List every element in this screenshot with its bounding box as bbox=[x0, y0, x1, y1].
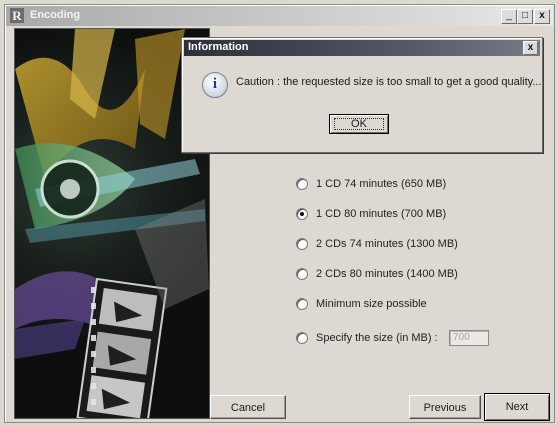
app-logo: R bbox=[10, 8, 24, 23]
window-close-button[interactable]: x bbox=[534, 9, 550, 24]
radio-1cd-80[interactable] bbox=[296, 208, 308, 220]
radio-2cd-80[interactable] bbox=[296, 268, 308, 280]
radio-minimum-size[interactable] bbox=[296, 298, 308, 310]
maximize-button[interactable]: □ bbox=[517, 9, 533, 24]
option-2cd-74[interactable]: 2 CDs 74 minutes (1300 MB) bbox=[296, 236, 458, 252]
size-mb-input[interactable] bbox=[449, 330, 489, 346]
option-label: 2 CDs 80 minutes (1400 MB) bbox=[316, 268, 458, 280]
previous-button[interactable]: Previous bbox=[409, 395, 481, 419]
option-label: 1 CD 80 minutes (700 MB) bbox=[316, 208, 447, 220]
dialog-close-button[interactable]: x bbox=[523, 41, 538, 55]
dialog-title-bar[interactable]: Information x bbox=[184, 40, 540, 56]
option-1cd-74[interactable]: 1 CD 74 minutes (650 MB) bbox=[296, 176, 446, 192]
dialog-title: Information bbox=[188, 41, 249, 53]
information-dialog: Information x i Caution : the requested … bbox=[181, 37, 543, 153]
option-specify-size[interactable]: Specify the size (in MB) : bbox=[296, 330, 438, 346]
option-label: 2 CDs 74 minutes (1300 MB) bbox=[316, 238, 458, 250]
cancel-button[interactable]: Cancel bbox=[210, 395, 286, 419]
ok-button[interactable]: OK bbox=[329, 114, 389, 134]
option-2cd-80[interactable]: 2 CDs 80 minutes (1400 MB) bbox=[296, 266, 458, 282]
option-label: Specify the size (in MB) : bbox=[316, 332, 438, 344]
info-icon-glyph: i bbox=[212, 76, 218, 92]
title-bar[interactable]: R Encoding _ □ x bbox=[6, 6, 553, 26]
radio-1cd-74[interactable] bbox=[296, 178, 308, 190]
option-label: 1 CD 74 minutes (650 MB) bbox=[316, 178, 447, 190]
option-1cd-80[interactable]: 1 CD 80 minutes (700 MB) bbox=[296, 206, 446, 222]
info-icon: i bbox=[202, 72, 228, 98]
radio-specify-size[interactable] bbox=[296, 332, 308, 344]
option-label: Minimum size possible bbox=[316, 298, 427, 310]
next-button[interactable]: Next bbox=[484, 393, 550, 421]
film-reel-artwork bbox=[15, 29, 209, 418]
radio-2cd-74[interactable] bbox=[296, 238, 308, 250]
dialog-message: Caution : the requested size is too smal… bbox=[236, 76, 542, 88]
option-minimum-size[interactable]: Minimum size possible bbox=[296, 296, 427, 312]
window-title: Encoding bbox=[30, 9, 81, 21]
minimize-button[interactable]: _ bbox=[501, 9, 517, 24]
